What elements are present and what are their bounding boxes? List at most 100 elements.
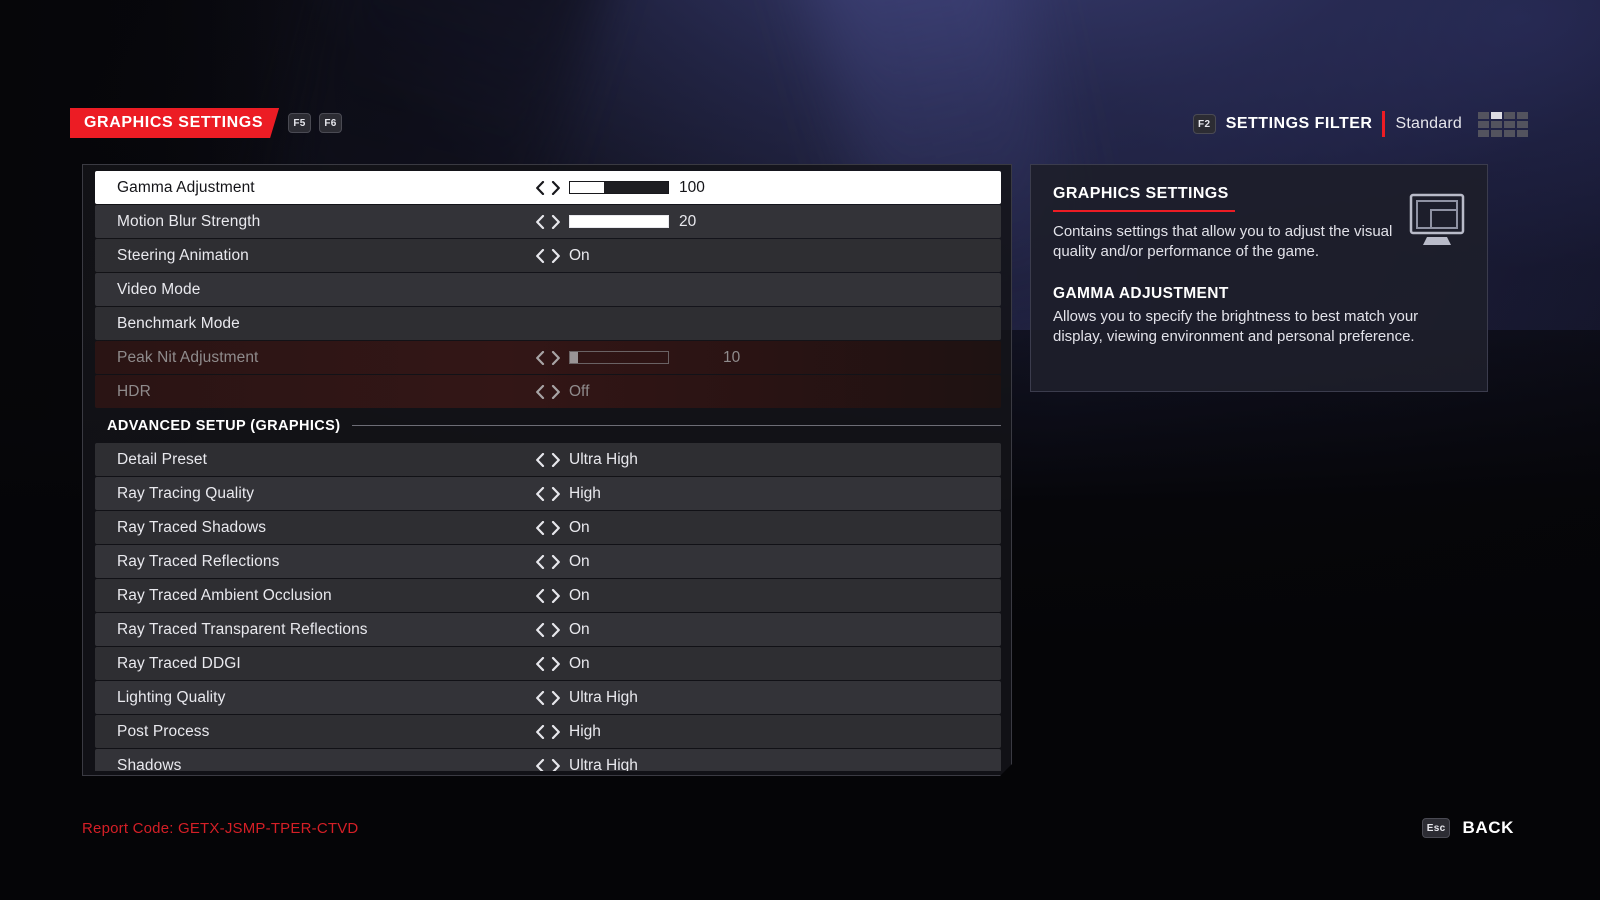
key-hint-f6[interactable]: F6 bbox=[319, 113, 342, 133]
value-arrows[interactable] bbox=[535, 215, 561, 229]
settings-row-control[interactable]: On bbox=[535, 239, 590, 272]
grid-cell bbox=[1504, 111, 1515, 119]
value-arrows[interactable] bbox=[535, 623, 561, 637]
settings-row-control[interactable]: On bbox=[535, 579, 590, 612]
settings-row[interactable]: Ray Traced Transparent Reflections On bbox=[95, 613, 1001, 646]
settings-row-control[interactable]: On bbox=[535, 613, 590, 646]
chevron-right-icon[interactable] bbox=[550, 453, 561, 467]
chevron-left-icon[interactable] bbox=[535, 725, 546, 739]
chevron-right-icon[interactable] bbox=[550, 759, 561, 772]
value-arrows[interactable] bbox=[535, 249, 561, 263]
key-hint-esc[interactable]: Esc bbox=[1421, 818, 1451, 838]
settings-row-control[interactable]: Ultra High bbox=[535, 443, 638, 476]
page-title-key-hints: F5 F6 bbox=[288, 113, 342, 133]
chevron-right-icon[interactable] bbox=[550, 691, 561, 705]
settings-row-label: Post Process bbox=[117, 722, 210, 740]
settings-row-label: Ray Traced Transparent Reflections bbox=[117, 620, 368, 638]
settings-row: HDR Off bbox=[95, 375, 1001, 408]
value-arrows[interactable] bbox=[535, 385, 561, 399]
value-arrows[interactable] bbox=[535, 487, 561, 501]
chevron-right-icon[interactable] bbox=[550, 725, 561, 739]
settings-row-control[interactable]: Ultra High bbox=[535, 749, 638, 771]
chevron-left-icon[interactable] bbox=[535, 453, 546, 467]
chevron-left-icon[interactable] bbox=[535, 181, 546, 195]
chevron-right-icon[interactable] bbox=[550, 385, 561, 399]
settings-row-label: Peak Nit Adjustment bbox=[117, 348, 259, 366]
settings-filter-value[interactable]: Standard bbox=[1395, 115, 1462, 133]
chevron-right-icon[interactable] bbox=[550, 215, 561, 229]
value-arrows[interactable] bbox=[535, 589, 561, 603]
settings-row-label: Ray Traced Shadows bbox=[117, 518, 267, 536]
settings-row[interactable]: Post Process High bbox=[95, 715, 1001, 748]
settings-row-control[interactable]: 20 bbox=[535, 205, 696, 238]
value-arrows[interactable] bbox=[535, 691, 561, 705]
settings-row[interactable]: Ray Traced Reflections On bbox=[95, 545, 1001, 578]
settings-row[interactable]: Ray Traced Ambient Occlusion On bbox=[95, 579, 1001, 612]
settings-row-control[interactable]: Off bbox=[535, 375, 589, 408]
chevron-right-icon[interactable] bbox=[550, 623, 561, 637]
settings-row[interactable]: Shadows Ultra High bbox=[95, 749, 1001, 771]
settings-row-control[interactable]: Ultra High bbox=[535, 681, 638, 714]
chevron-right-icon[interactable] bbox=[550, 181, 561, 195]
value-arrows[interactable] bbox=[535, 759, 561, 772]
key-hint-f5[interactable]: F5 bbox=[288, 113, 311, 133]
chevron-left-icon[interactable] bbox=[535, 657, 546, 671]
settings-filter-group[interactable]: F2 SETTINGS FILTER Standard bbox=[1192, 108, 1528, 140]
settings-row[interactable]: Ray Traced Shadows On bbox=[95, 511, 1001, 544]
settings-row-control[interactable]: High bbox=[535, 715, 601, 748]
settings-row[interactable]: Motion Blur Strength 20 bbox=[95, 205, 1001, 238]
filter-grid-icon[interactable] bbox=[1478, 111, 1528, 137]
settings-row[interactable]: Benchmark Mode bbox=[95, 307, 1001, 340]
settings-row-control[interactable]: On bbox=[535, 545, 590, 578]
grid-cell-active bbox=[1491, 111, 1502, 119]
monitor-icon bbox=[1409, 193, 1465, 245]
page-title-tab: GRAPHICS SETTINGS bbox=[70, 108, 279, 138]
settings-row[interactable]: Ray Traced DDGI On bbox=[95, 647, 1001, 680]
key-hint-f2[interactable]: F2 bbox=[1192, 114, 1216, 134]
back-button[interactable]: Esc BACK bbox=[1421, 818, 1514, 838]
chevron-right-icon[interactable] bbox=[550, 351, 561, 365]
value-arrows[interactable] bbox=[535, 657, 561, 671]
chevron-right-icon[interactable] bbox=[550, 487, 561, 501]
chevron-left-icon[interactable] bbox=[535, 521, 546, 535]
slider-track[interactable] bbox=[569, 351, 669, 364]
settings-row[interactable]: Detail Preset Ultra High bbox=[95, 443, 1001, 476]
value-arrows[interactable] bbox=[535, 521, 561, 535]
chevron-left-icon[interactable] bbox=[535, 215, 546, 229]
chevron-left-icon[interactable] bbox=[535, 385, 546, 399]
settings-row-control[interactable]: On bbox=[535, 511, 590, 544]
chevron-left-icon[interactable] bbox=[535, 623, 546, 637]
settings-row[interactable]: Lighting Quality Ultra High bbox=[95, 681, 1001, 714]
settings-row-label: Ray Traced Reflections bbox=[117, 552, 280, 570]
value-arrows[interactable] bbox=[535, 725, 561, 739]
settings-row[interactable]: Gamma Adjustment 100 bbox=[95, 171, 1001, 204]
chevron-right-icon[interactable] bbox=[550, 521, 561, 535]
settings-row-control[interactable]: 10 bbox=[535, 341, 740, 374]
chevron-right-icon[interactable] bbox=[550, 249, 561, 263]
settings-row-label: Benchmark Mode bbox=[117, 314, 240, 332]
settings-row-control[interactable]: On bbox=[535, 647, 590, 680]
chevron-right-icon[interactable] bbox=[550, 555, 561, 569]
settings-list[interactable]: Gamma Adjustment 100 Motion Blur Strength 2… bbox=[95, 171, 1001, 771]
chevron-right-icon[interactable] bbox=[550, 589, 561, 603]
chevron-left-icon[interactable] bbox=[535, 487, 546, 501]
value-arrows[interactable] bbox=[535, 351, 561, 365]
chevron-left-icon[interactable] bbox=[535, 589, 546, 603]
chevron-left-icon[interactable] bbox=[535, 555, 546, 569]
top-bar: GRAPHICS SETTINGS F5 F6 F2 SETTINGS FILT… bbox=[0, 96, 1600, 154]
chevron-left-icon[interactable] bbox=[535, 691, 546, 705]
slider-track[interactable] bbox=[569, 215, 669, 228]
settings-row-control[interactable]: High bbox=[535, 477, 601, 510]
settings-row-control[interactable]: 100 bbox=[535, 171, 705, 204]
slider-track[interactable] bbox=[569, 181, 669, 194]
chevron-left-icon[interactable] bbox=[535, 351, 546, 365]
settings-row[interactable]: Steering Animation On bbox=[95, 239, 1001, 272]
settings-row[interactable]: Ray Tracing Quality High bbox=[95, 477, 1001, 510]
chevron-right-icon[interactable] bbox=[550, 657, 561, 671]
settings-row[interactable]: Video Mode bbox=[95, 273, 1001, 306]
value-arrows[interactable] bbox=[535, 181, 561, 195]
value-arrows[interactable] bbox=[535, 555, 561, 569]
chevron-left-icon[interactable] bbox=[535, 759, 546, 772]
chevron-left-icon[interactable] bbox=[535, 249, 546, 263]
value-arrows[interactable] bbox=[535, 453, 561, 467]
